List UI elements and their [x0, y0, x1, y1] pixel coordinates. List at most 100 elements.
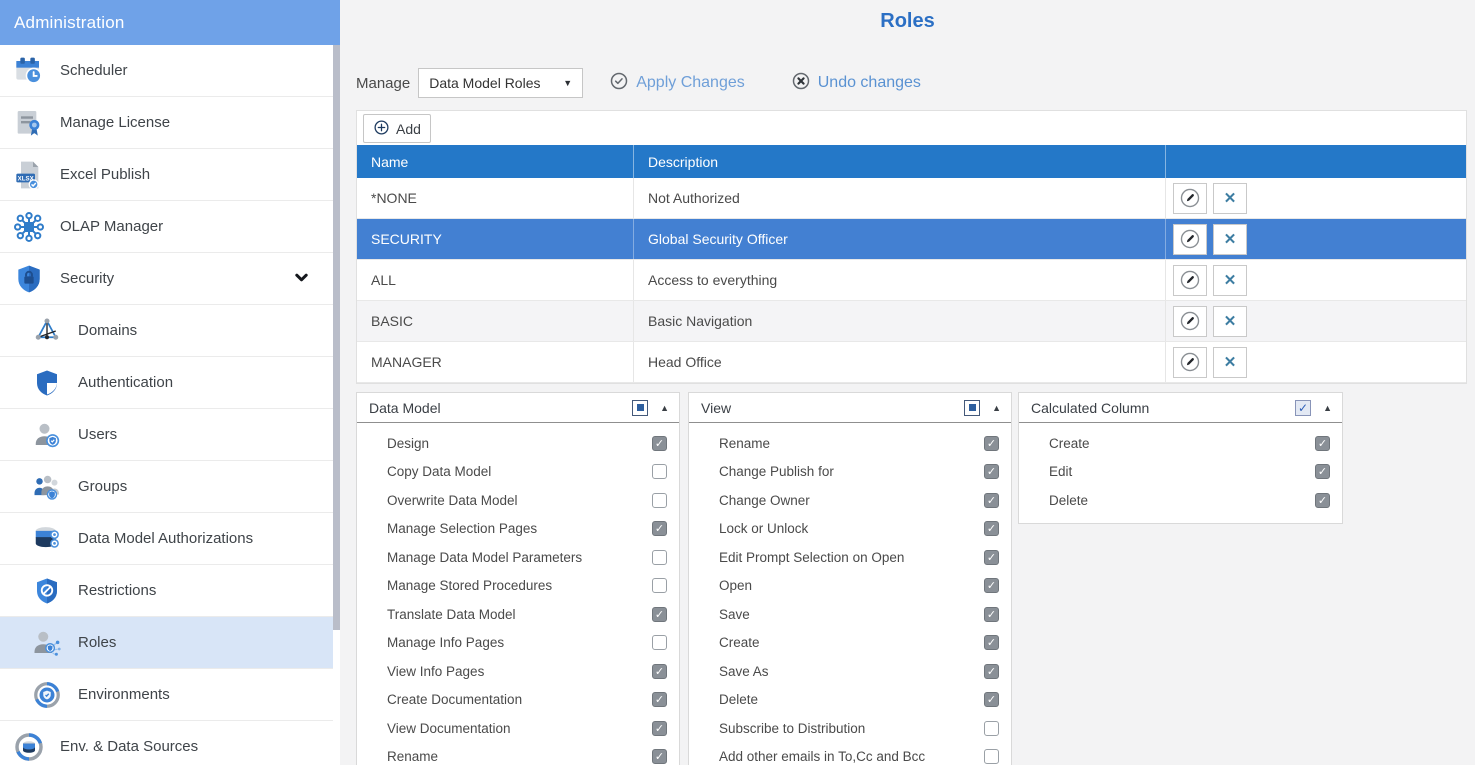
sidebar-item[interactable]: Domains — [0, 305, 333, 357]
delete-role-button[interactable]: ✕ — [1213, 224, 1247, 255]
manage-roles-dropdown[interactable]: Data Model Roles ▼ — [418, 68, 583, 98]
edit-role-button[interactable] — [1173, 183, 1207, 214]
olap-manager-icon — [12, 210, 46, 244]
permission-checkbox[interactable] — [652, 721, 667, 736]
panel-header: Data Model ▲ — [357, 393, 679, 423]
scrollbar-thumb[interactable] — [333, 45, 340, 630]
table-row[interactable]: *NONE Not Authorized ✕ — [357, 178, 1466, 219]
apply-changes-button[interactable]: Apply Changes — [609, 71, 745, 96]
edit-role-button[interactable] — [1173, 347, 1207, 378]
edit-role-button[interactable] — [1173, 306, 1207, 337]
sidebar-item[interactable]: Manage License — [0, 97, 333, 149]
permission-checkbox[interactable] — [1315, 464, 1330, 479]
permission-checkbox[interactable] — [652, 464, 667, 479]
panel-title: View — [701, 400, 964, 416]
delete-role-button[interactable]: ✕ — [1213, 347, 1247, 378]
permission-row: Delete — [1019, 486, 1342, 515]
sidebar-item[interactable]: Data Model Authorizations — [0, 513, 333, 565]
sidebar-item[interactable]: XLSX Excel Publish — [0, 149, 333, 201]
edit-role-button[interactable] — [1173, 265, 1207, 296]
undo-changes-button[interactable]: Undo changes — [791, 71, 921, 96]
column-header-name[interactable]: Name — [357, 145, 634, 178]
permission-row: Overwrite Data Model — [357, 486, 679, 515]
edit-role-button[interactable] — [1173, 224, 1207, 255]
permission-checkbox[interactable] — [984, 550, 999, 565]
sidebar-item-label: Manage License — [60, 114, 170, 131]
roles-icon — [30, 626, 64, 660]
sidebar-item[interactable]: Roles — [0, 617, 333, 669]
permission-checkbox[interactable] — [984, 721, 999, 736]
role-description-cell: Global Security Officer — [634, 219, 1166, 259]
permission-label: Manage Stored Procedures — [387, 578, 652, 593]
permission-row: Manage Data Model Parameters — [357, 543, 679, 572]
role-name-cell: ALL — [357, 260, 634, 300]
sidebar-item[interactable]: OLAP Manager — [0, 201, 333, 253]
permission-row: Copy Data Model — [357, 458, 679, 487]
collapse-arrow-icon[interactable]: ▲ — [660, 403, 669, 413]
table-row[interactable]: MANAGER Head Office ✕ — [357, 342, 1466, 383]
table-row[interactable]: BASIC Basic Navigation ✕ — [357, 301, 1466, 342]
permission-label: Save — [719, 607, 984, 622]
add-role-button[interactable]: Add — [363, 114, 431, 143]
permission-checkbox[interactable] — [984, 464, 999, 479]
permission-checkbox[interactable] — [652, 749, 667, 764]
select-all-checkbox[interactable] — [1295, 400, 1311, 416]
close-icon: ✕ — [1224, 355, 1237, 370]
sidebar-item[interactable]: Groups — [0, 461, 333, 513]
table-row[interactable]: ALL Access to everything ✕ — [357, 260, 1466, 301]
permission-checkbox[interactable] — [652, 578, 667, 593]
permission-checkbox[interactable] — [984, 635, 999, 650]
permission-checkbox[interactable] — [984, 578, 999, 593]
permission-checkbox[interactable] — [652, 550, 667, 565]
permission-checkbox[interactable] — [652, 493, 667, 508]
sidebar-item[interactable]: Scheduler — [0, 45, 333, 97]
page-title: Roles — [340, 0, 1475, 33]
collapse-arrow-icon[interactable]: ▲ — [1323, 403, 1332, 413]
permission-label: Design — [387, 436, 652, 451]
permission-checkbox[interactable] — [652, 692, 667, 707]
permission-checkbox[interactable] — [984, 436, 999, 451]
sidebar-item[interactable]: Environments — [0, 669, 333, 721]
panel-header: View ▲ — [689, 393, 1011, 423]
delete-role-button[interactable]: ✕ — [1213, 306, 1247, 337]
permission-checkbox[interactable] — [652, 436, 667, 451]
role-name-cell: MANAGER — [357, 342, 634, 382]
permission-checkbox[interactable] — [652, 664, 667, 679]
permission-checkbox[interactable] — [652, 635, 667, 650]
permission-checkbox[interactable] — [984, 664, 999, 679]
permission-row: View Info Pages — [357, 657, 679, 686]
pencil-circle-icon — [1179, 351, 1201, 373]
permission-row: Rename — [689, 429, 1011, 458]
permission-checkbox[interactable] — [984, 749, 999, 764]
sidebar-item[interactable]: Users — [0, 409, 333, 461]
delete-role-button[interactable]: ✕ — [1213, 183, 1247, 214]
authentication-icon — [30, 366, 64, 400]
permission-checkbox[interactable] — [1315, 436, 1330, 451]
sidebar-item[interactable]: Restrictions — [0, 565, 333, 617]
sidebar-item[interactable]: Env. & Data Sources — [0, 721, 333, 765]
delete-role-button[interactable]: ✕ — [1213, 265, 1247, 296]
users-icon — [30, 418, 64, 452]
sidebar-items: Scheduler Manage License XLSX Excel Pub — [0, 45, 340, 765]
sidebar-scrollbar[interactable] — [333, 45, 340, 765]
permission-label: Translate Data Model — [387, 607, 652, 622]
permission-checkbox[interactable] — [984, 521, 999, 536]
sidebar-item[interactable]: Security — [0, 253, 333, 305]
select-all-checkbox[interactable] — [632, 400, 648, 416]
permission-checkbox[interactable] — [984, 493, 999, 508]
permission-checkbox[interactable] — [984, 692, 999, 707]
permission-label: Delete — [1049, 493, 1315, 508]
table-row[interactable]: SECURITY Global Security Officer ✕ — [357, 219, 1466, 260]
env-data-sources-icon — [12, 730, 46, 764]
select-all-checkbox[interactable] — [964, 400, 980, 416]
row-actions: ✕ — [1166, 178, 1466, 218]
permission-checkbox[interactable] — [652, 521, 667, 536]
permission-row: Change Owner — [689, 486, 1011, 515]
permission-checkbox[interactable] — [1315, 493, 1330, 508]
permission-checkbox[interactable] — [984, 607, 999, 622]
chevron-down-icon[interactable] — [294, 270, 309, 288]
column-header-description[interactable]: Description — [634, 145, 1166, 178]
sidebar-item[interactable]: Authentication — [0, 357, 333, 409]
permission-checkbox[interactable] — [652, 607, 667, 622]
collapse-arrow-icon[interactable]: ▲ — [992, 403, 1001, 413]
